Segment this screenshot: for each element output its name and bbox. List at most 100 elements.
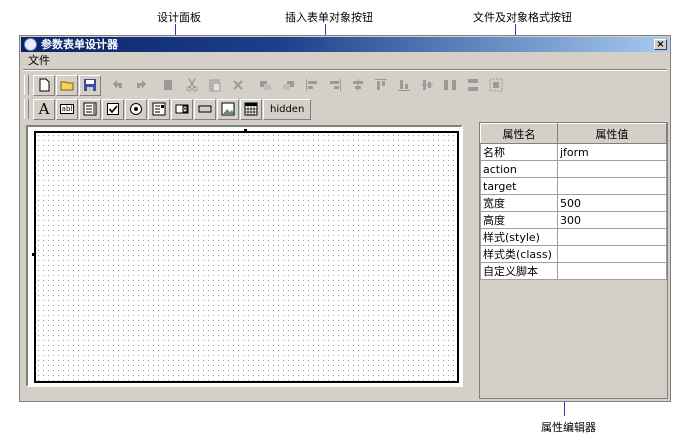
property-row: 样式(style) bbox=[480, 228, 667, 246]
title-bar: 参数表单设计器 × bbox=[21, 37, 669, 52]
format-toolbar bbox=[24, 73, 508, 97]
align-middle-icon bbox=[421, 80, 433, 90]
align-right-button[interactable] bbox=[324, 75, 346, 96]
property-table: 属性名 属性值 名称 jform action target 宽度 500 高度… bbox=[480, 123, 667, 280]
callout-format-buttons: 文件及对象格式按钮 bbox=[473, 11, 572, 24]
property-value[interactable] bbox=[557, 160, 667, 178]
listbox-icon bbox=[83, 102, 97, 116]
property-value-header[interactable]: 属性值 bbox=[557, 123, 667, 144]
image-icon bbox=[221, 102, 235, 116]
paste-button[interactable] bbox=[204, 75, 226, 96]
same-height-button[interactable] bbox=[462, 75, 484, 96]
redo-button[interactable] bbox=[130, 75, 152, 96]
insert-image-button[interactable] bbox=[217, 98, 239, 120]
property-name: action bbox=[480, 160, 558, 178]
radio-icon bbox=[130, 103, 142, 115]
calendar-icon bbox=[244, 102, 258, 116]
insert-calendar-button[interactable] bbox=[240, 98, 262, 120]
property-row: action bbox=[480, 160, 667, 178]
push-button-icon bbox=[198, 105, 212, 113]
bring-front-icon bbox=[260, 81, 271, 90]
designer-window: 参数表单设计器 × 文件 A abl hidden 属性名 属性值 名称 jfo… bbox=[19, 35, 671, 402]
property-row: 宽度 500 bbox=[480, 194, 667, 212]
paste-icon bbox=[209, 79, 221, 92]
callout-design-panel: 设计面板 bbox=[157, 11, 201, 24]
align-middle-button[interactable] bbox=[416, 75, 438, 96]
property-name: 自定义脚本 bbox=[480, 262, 558, 280]
align-top-button[interactable] bbox=[370, 75, 392, 96]
align-left-icon bbox=[306, 79, 317, 91]
same-height-icon bbox=[468, 79, 478, 91]
design-panel[interactable] bbox=[26, 125, 463, 387]
toolbar-grip-2[interactable] bbox=[24, 99, 29, 119]
property-name: target bbox=[480, 177, 558, 195]
insert-label-button[interactable]: A bbox=[33, 98, 55, 120]
close-button[interactable]: × bbox=[654, 39, 667, 50]
insert-combo-button[interactable] bbox=[171, 98, 193, 120]
menu-bar: 文件 bbox=[24, 54, 54, 68]
align-bottom-button[interactable] bbox=[393, 75, 415, 96]
property-row: 样式类(class) bbox=[480, 245, 667, 263]
save-icon bbox=[84, 79, 96, 91]
new-button[interactable] bbox=[33, 74, 55, 96]
property-name: 名称 bbox=[480, 143, 558, 161]
property-value[interactable] bbox=[557, 245, 667, 263]
send-back-button[interactable] bbox=[278, 75, 300, 96]
open-folder-icon bbox=[60, 81, 74, 91]
insert-textbox-button[interactable]: abl bbox=[56, 98, 78, 120]
insert-hidden-button[interactable]: hidden bbox=[263, 98, 312, 120]
resize-handle-left[interactable] bbox=[32, 253, 35, 256]
delete-x-icon bbox=[233, 80, 243, 90]
insert-button-button[interactable] bbox=[194, 98, 216, 120]
property-value[interactable]: jform bbox=[557, 143, 667, 161]
menu-separator bbox=[23, 69, 667, 71]
window-title: 参数表单设计器 bbox=[41, 38, 118, 51]
property-value[interactable] bbox=[557, 262, 667, 280]
property-name: 样式(style) bbox=[480, 228, 558, 246]
form-canvas[interactable] bbox=[34, 131, 459, 383]
cut-button[interactable] bbox=[181, 75, 203, 96]
new-file-icon bbox=[39, 78, 50, 92]
property-name: 样式类(class) bbox=[480, 245, 558, 263]
send-back-icon bbox=[283, 81, 294, 90]
resize-handle-top[interactable] bbox=[244, 129, 247, 132]
align-left-button[interactable] bbox=[301, 75, 323, 96]
property-name-header[interactable]: 属性名 bbox=[480, 123, 558, 144]
property-name: 高度 bbox=[480, 211, 558, 229]
undo-icon bbox=[113, 80, 122, 89]
callout-insert-buttons: 插入表单对象按钮 bbox=[285, 11, 373, 24]
insert-checkbox-button[interactable] bbox=[102, 98, 124, 120]
delete-button[interactable] bbox=[227, 75, 249, 96]
text-label-glyph: A bbox=[38, 100, 50, 118]
property-value[interactable] bbox=[557, 177, 667, 195]
align-center-button[interactable] bbox=[347, 75, 369, 96]
center-in-form-button[interactable] bbox=[485, 75, 507, 96]
property-value[interactable]: 300 bbox=[557, 211, 667, 229]
undo-button[interactable] bbox=[107, 75, 129, 96]
save-button[interactable] bbox=[79, 74, 101, 96]
property-row: 自定义脚本 bbox=[480, 262, 667, 280]
align-bottom-icon bbox=[398, 80, 410, 91]
toolbar-grip[interactable] bbox=[24, 75, 29, 95]
insert-select-button[interactable] bbox=[148, 98, 170, 120]
property-value[interactable] bbox=[557, 228, 667, 246]
bring-front-button[interactable] bbox=[255, 75, 277, 96]
property-row: 名称 jform bbox=[480, 143, 667, 161]
redo-icon bbox=[137, 80, 146, 89]
insert-radio-button[interactable] bbox=[125, 98, 147, 120]
callout-property-editor: 属性编辑器 bbox=[541, 421, 596, 434]
center-form-icon bbox=[489, 78, 503, 92]
open-button[interactable] bbox=[56, 74, 78, 96]
align-right-icon bbox=[330, 79, 341, 91]
same-width-button[interactable] bbox=[439, 75, 461, 96]
property-name: 宽度 bbox=[480, 194, 558, 212]
combobox-icon bbox=[175, 104, 189, 114]
textbox-glyph: abl bbox=[59, 104, 75, 114]
insert-toolbar: A abl hidden bbox=[24, 97, 312, 121]
property-value[interactable]: 500 bbox=[557, 194, 667, 212]
menu-file[interactable]: 文件 bbox=[24, 54, 54, 67]
insert-listbox-button[interactable] bbox=[79, 98, 101, 120]
align-top-icon bbox=[375, 79, 387, 90]
app-icon bbox=[24, 38, 37, 51]
copy-button[interactable] bbox=[158, 75, 180, 96]
